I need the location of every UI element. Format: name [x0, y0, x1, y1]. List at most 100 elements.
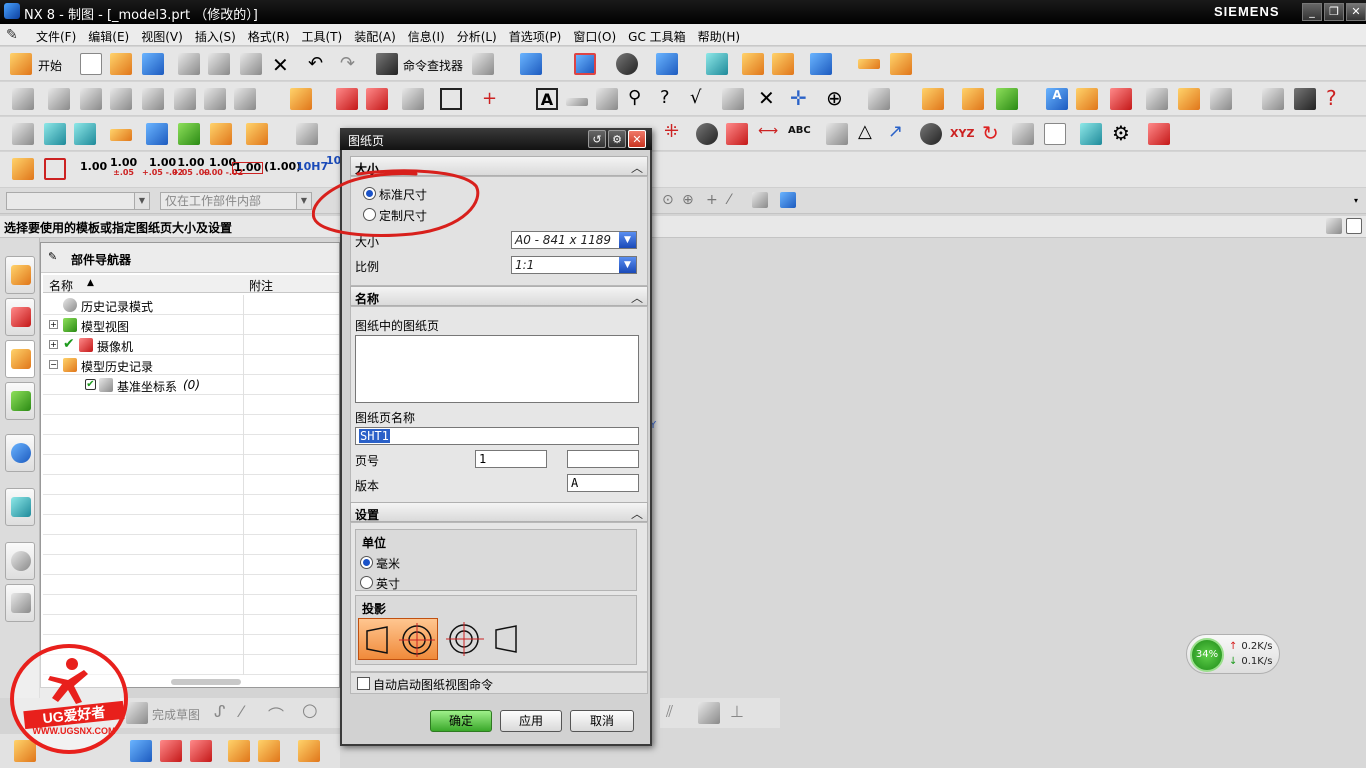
- collapse-up-icon[interactable]: ︿: [631, 159, 643, 176]
- linear-grid-icon[interactable]: [826, 123, 848, 145]
- third-angle-projection-button[interactable]: [444, 618, 524, 660]
- menu-assemblies[interactable]: 装配(A): [348, 28, 402, 45]
- update-view-icon[interactable]: [234, 88, 256, 110]
- shading-icon[interactable]: [616, 53, 638, 75]
- start-label[interactable]: 开始: [38, 57, 62, 74]
- navigator-row-model-history[interactable]: − 模型历史记录: [43, 355, 339, 375]
- tag-icon[interactable]: [110, 129, 132, 141]
- key-icon[interactable]: [772, 53, 794, 75]
- menu-edit[interactable]: 编辑(E): [82, 28, 135, 45]
- expand-icon[interactable]: +: [49, 320, 58, 329]
- wave-icon[interactable]: [1148, 123, 1170, 145]
- xyz-icon[interactable]: XYZ: [950, 127, 974, 140]
- menu-window[interactable]: 窗口(O): [567, 28, 622, 45]
- sort-ascending-icon[interactable]: ▲: [87, 278, 94, 288]
- ordinate-icon[interactable]: [696, 123, 718, 145]
- name-group-header[interactable]: 名称 ︿: [350, 286, 648, 306]
- layers2-icon[interactable]: [74, 123, 96, 145]
- dialog-settings-icon[interactable]: ⚙: [608, 130, 626, 148]
- command-finder-label[interactable]: 命令查找器: [403, 57, 463, 74]
- pin-icon[interactable]: ✎: [48, 251, 60, 263]
- binoculars-icon[interactable]: [376, 53, 398, 75]
- column-name[interactable]: 名称: [49, 277, 73, 294]
- navigator-row-history-mode[interactable]: 历史记录模式: [43, 295, 339, 315]
- menu-preferences[interactable]: 首选项(P): [503, 28, 568, 45]
- balloon-icon[interactable]: ?: [660, 87, 670, 108]
- view-boundary-icon[interactable]: [204, 88, 226, 110]
- apply-button[interactable]: 应用: [500, 710, 562, 732]
- feature-control-icon[interactable]: [566, 98, 588, 106]
- offset-icon[interactable]: [1012, 123, 1034, 145]
- selection-scope-dropdown[interactable]: 仅在工作部件内部 ▼: [160, 192, 312, 210]
- copy-icon[interactable]: [208, 53, 230, 75]
- navigate-icon[interactable]: [810, 53, 832, 75]
- dialog-close-button[interactable]: ✕: [628, 130, 646, 148]
- reuse-library-tab[interactable]: [5, 382, 35, 420]
- fullscreen-icon[interactable]: [1346, 218, 1362, 234]
- selection-icon[interactable]: [472, 53, 494, 75]
- constraint-navigator-tab[interactable]: [5, 298, 35, 336]
- nx-menu-icon[interactable]: ✎: [6, 27, 22, 43]
- tolerance-fit[interactable]: 10H7: [296, 161, 328, 172]
- menu-view[interactable]: 视图(V): [135, 28, 189, 45]
- view-dependent-icon[interactable]: [366, 88, 388, 110]
- view-fit-icon[interactable]: [574, 53, 596, 75]
- collapse-up-icon[interactable]: ︿: [631, 505, 643, 522]
- page-number-input[interactable]: 1: [475, 450, 547, 468]
- snap-body-icon[interactable]: [780, 192, 796, 208]
- mirror-icon[interactable]: [190, 740, 212, 762]
- standard-size-radio[interactable]: [363, 187, 376, 200]
- new-sheet-icon[interactable]: [12, 88, 34, 110]
- restore-button[interactable]: ❐: [1324, 3, 1344, 21]
- ruler-icon[interactable]: [858, 59, 880, 69]
- layer-icon[interactable]: [706, 53, 728, 75]
- settings-gear-icon[interactable]: ⚙: [1112, 121, 1130, 145]
- break-view-icon[interactable]: [174, 88, 196, 110]
- drawing-format-icon[interactable]: [12, 123, 34, 145]
- paste-icon[interactable]: [240, 53, 262, 75]
- abc-table-icon[interactable]: [246, 123, 268, 145]
- sheet-name-input[interactable]: SHT1: [355, 427, 639, 445]
- dialog-title-bar[interactable]: 图纸页 ↺ ⚙ ✕: [340, 128, 652, 150]
- rotate-icon[interactable]: ↻: [982, 121, 999, 145]
- zoom-icon[interactable]: ⚲: [628, 87, 641, 108]
- menu-tools[interactable]: 工具(T): [296, 28, 349, 45]
- reset-icon[interactable]: ↺: [588, 130, 606, 148]
- triangle-icon[interactable]: △: [858, 121, 872, 142]
- assembly-navigator-tab[interactable]: [5, 256, 35, 294]
- collapse-up-icon[interactable]: ︿: [631, 289, 643, 306]
- snap-face-icon[interactable]: [752, 192, 768, 208]
- inches-radio[interactable]: [360, 576, 373, 589]
- minimize-button[interactable]: _: [1302, 3, 1322, 21]
- chain-dim-icon[interactable]: [726, 123, 748, 145]
- hatch-icon[interactable]: [868, 88, 890, 110]
- symbol-icon[interactable]: [1076, 88, 1098, 110]
- align-view-icon[interactable]: [402, 88, 424, 110]
- visibility-checkbox[interactable]: ✔: [85, 379, 96, 390]
- feature-param2-icon[interactable]: [178, 123, 200, 145]
- first-angle-projection-button[interactable]: [358, 618, 438, 660]
- tolerance-bilateral[interactable]: 1.00 ±.05: [110, 157, 137, 178]
- horizontal-scrollbar[interactable]: [171, 679, 241, 685]
- finish-sketch-label[interactable]: 完成草图: [152, 706, 200, 723]
- abc-dim-icon[interactable]: ABC: [788, 125, 811, 136]
- attribute-icon[interactable]: [1080, 123, 1102, 145]
- cube-icon[interactable]: [210, 123, 232, 145]
- menu-gc-toolkit[interactable]: GC 工具箱: [622, 28, 692, 45]
- column-notes[interactable]: 附注: [249, 277, 273, 294]
- component-icon[interactable]: [228, 740, 250, 762]
- section-view-icon[interactable]: [142, 88, 164, 110]
- history-tab[interactable]: [5, 542, 35, 580]
- redo-icon[interactable]: ↷: [340, 53, 355, 74]
- info-icon[interactable]: [520, 53, 542, 75]
- edit-view-icon[interactable]: [336, 88, 358, 110]
- datum-feature-icon[interactable]: [596, 88, 618, 110]
- tools-icon[interactable]: [742, 53, 764, 75]
- snap-point-icon[interactable]: +: [706, 192, 718, 208]
- close-window-button[interactable]: ✕: [1346, 3, 1366, 21]
- line-icon[interactable]: ⁄: [240, 702, 243, 721]
- pattern-icon[interactable]: [298, 740, 320, 762]
- sheets-list[interactable]: [355, 335, 639, 403]
- collapse-icon[interactable]: −: [49, 360, 58, 369]
- target-point-icon[interactable]: ✕: [758, 86, 775, 110]
